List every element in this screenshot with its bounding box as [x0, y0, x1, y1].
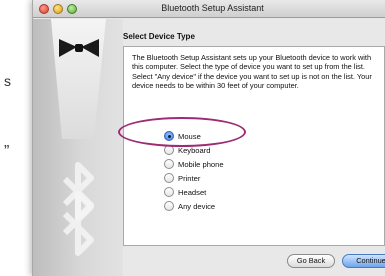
background-text-fragment: s	[4, 73, 11, 89]
tuxedo-bluetooth-illustration	[33, 19, 123, 276]
title-bar[interactable]: Bluetooth Setup Assistant	[33, 0, 385, 18]
radio-option-headset[interactable]: Headset	[164, 186, 206, 198]
window-title: Bluetooth Setup Assistant	[161, 3, 264, 13]
background-quote-fragment: ”	[4, 143, 10, 160]
radio-option-mobile-phone[interactable]: Mobile phone	[164, 158, 224, 170]
bowtie-icon	[59, 39, 99, 57]
radio-button[interactable]	[164, 201, 174, 211]
radio-option-any-device[interactable]: Any device	[164, 200, 215, 212]
instructions-text: The Bluetooth Setup Assistant sets up yo…	[132, 53, 372, 91]
radio-label: Any device	[178, 201, 216, 211]
radio-label: Headset	[178, 187, 207, 197]
radio-button[interactable]	[164, 173, 174, 183]
page-heading: Select Device Type	[123, 32, 195, 41]
continue-button[interactable]: Continue	[342, 254, 385, 268]
radio-label: Mobile phone	[178, 159, 224, 169]
radio-label: Printer	[178, 173, 201, 183]
radio-option-printer[interactable]: Printer	[164, 172, 200, 184]
bluetooth-logo-icon	[62, 162, 94, 256]
radio-button[interactable]	[164, 187, 174, 197]
radio-button[interactable]	[164, 159, 174, 169]
highlight-ellipse-annotation	[118, 117, 246, 147]
go-back-button[interactable]: Go Back	[287, 254, 335, 268]
